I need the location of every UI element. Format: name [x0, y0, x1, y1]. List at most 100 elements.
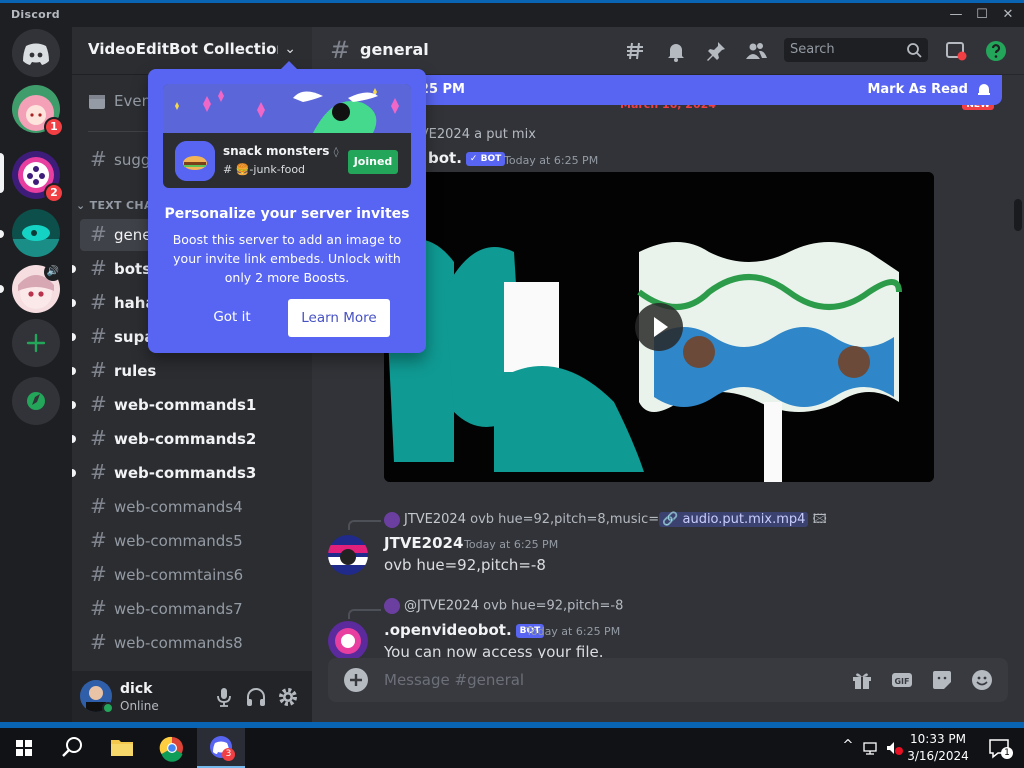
play-button[interactable]	[635, 303, 683, 351]
channel-item[interactable]: # web-commands5	[80, 525, 304, 557]
reply-preview[interactable]: @JTVE2024 ovb hue=92,pitch=-8	[384, 598, 623, 614]
user-panel: dick Online	[72, 671, 312, 722]
active-server-pill	[0, 153, 4, 193]
message-author[interactable]: bot. ✓ BOT	[428, 149, 506, 167]
notification-count: 1	[1001, 747, 1013, 759]
chrome-button[interactable]	[148, 728, 196, 768]
got-it-button[interactable]: Got it	[198, 309, 266, 329]
channel-item[interactable]: # web-commands2	[72, 423, 304, 455]
channel-item[interactable]: # web-commands8	[80, 627, 304, 659]
clock-date: 3/16/2024	[907, 749, 969, 763]
reply-connector	[348, 520, 381, 530]
avatar[interactable]	[328, 621, 368, 661]
attachment-link-label: audio.put.mix.mp4	[682, 512, 806, 527]
close-button[interactable]: ✕	[994, 6, 1022, 24]
notification-bell-icon[interactable]	[664, 39, 688, 63]
unread-indicator	[72, 469, 76, 477]
server-anime-girl[interactable]: 🔊	[12, 263, 62, 313]
taskbar-search-button[interactable]	[48, 728, 96, 768]
help-icon[interactable]	[984, 39, 1008, 63]
invite-server-name-row: snack monsters ◊	[223, 144, 339, 158]
channel-name: rules	[114, 362, 157, 380]
notification-icon	[989, 739, 1009, 759]
minimize-button[interactable]: —	[942, 6, 970, 24]
invite-server-name: snack monsters	[223, 144, 330, 158]
hash-icon: #	[90, 460, 107, 484]
message-author[interactable]: .openvideobot. BOT	[384, 621, 545, 639]
joined-button[interactable]: Joined	[348, 150, 398, 174]
volume-muted-icon[interactable]	[884, 738, 904, 758]
reply-text: ovb hue=92,pitch=8,music=	[470, 512, 660, 527]
hash-icon: #	[90, 290, 107, 314]
category-header[interactable]: ⌄ TEXT CHA	[76, 199, 153, 212]
threads-icon[interactable]	[623, 39, 647, 63]
settings-gear-icon[interactable]	[276, 685, 300, 709]
search-icon	[62, 737, 82, 757]
hash-icon: #	[90, 222, 107, 246]
hash-icon: #	[90, 147, 107, 171]
plus-icon	[26, 333, 46, 353]
gift-icon[interactable]	[850, 668, 874, 692]
upload-plus-button[interactable]	[344, 668, 368, 692]
action-center-button[interactable]: 1	[976, 728, 1024, 768]
mention-badge: 2	[44, 183, 64, 203]
hash-icon: #	[90, 630, 107, 654]
inbox-icon[interactable]	[944, 39, 968, 63]
boost-invite-popup: snack monsters ◊ # 🍔-junk-food Joined Pe…	[148, 61, 426, 353]
author-name: bot.	[428, 149, 462, 167]
sticker-icon[interactable]	[930, 668, 954, 692]
hash-icon: #	[90, 256, 107, 280]
gif-icon[interactable]: GIF	[890, 668, 914, 692]
network-icon[interactable]	[861, 738, 881, 758]
start-button[interactable]	[0, 728, 48, 768]
chat-scrollbar[interactable]	[1014, 199, 1022, 231]
add-server-button[interactable]	[12, 319, 60, 367]
guild-header[interactable]: VideoEditBot Collection ... ⌄	[72, 27, 312, 75]
hash-icon: #	[90, 494, 107, 518]
channel-name: web-commands8	[114, 634, 243, 652]
microphone-icon[interactable]	[212, 685, 236, 709]
channel-item[interactable]: # web-commtains6	[80, 559, 304, 591]
video-attachment[interactable]	[384, 172, 934, 482]
explore-servers-button[interactable]	[12, 377, 60, 425]
channel-item[interactable]: # web-commands1	[72, 389, 304, 421]
maximize-button[interactable]: ☐	[968, 6, 996, 24]
message-author[interactable]: JTVE2024	[384, 534, 463, 552]
mark-as-read-button[interactable]: Mark As Read	[867, 82, 968, 97]
discord-taskbar-button[interactable]: 3	[197, 728, 245, 768]
channel-item[interactable]: # web-commands7	[80, 593, 304, 625]
clock-time: 10:33 PM	[910, 732, 966, 746]
emoji-icon[interactable]	[970, 668, 994, 692]
boost-gem-icon: ◊	[333, 147, 339, 158]
hash-icon: #	[90, 426, 107, 450]
home-button[interactable]	[12, 29, 60, 77]
reply-connector	[348, 609, 381, 619]
reply-preview[interactable]: JTVE2024 a put mix	[408, 127, 536, 142]
hash-icon: #	[90, 562, 107, 586]
file-explorer-button[interactable]	[98, 728, 146, 768]
headphones-icon[interactable]	[244, 685, 268, 709]
learn-more-button[interactable]: Learn More	[288, 299, 390, 337]
channel-item[interactable]: # web-commands3	[72, 457, 304, 489]
channel-title: general	[360, 40, 429, 59]
windows-logo-icon	[16, 740, 32, 756]
channel-item[interactable]: # web-commands4	[80, 491, 304, 523]
unread-indicator	[72, 367, 76, 375]
pin-icon[interactable]	[704, 39, 728, 63]
member-list-icon[interactable]	[744, 39, 768, 63]
attachment-link[interactable]: 🔗 audio.put.mix.mp4	[659, 512, 809, 527]
mention-badge: 1	[44, 117, 64, 137]
avatar[interactable]	[328, 535, 368, 575]
channel-name: web-commands5	[114, 532, 243, 550]
folder-icon	[111, 740, 133, 756]
message-input[interactable]	[384, 658, 824, 702]
show-hidden-icons-button[interactable]: ^	[838, 738, 858, 758]
server-teal-dots[interactable]	[12, 209, 60, 257]
system-clock[interactable]: 10:33 PM 3/16/2024	[906, 731, 970, 765]
reply-preview[interactable]: JTVE2024 ovb hue=92,pitch=8,music= 🔗 audi…	[384, 510, 827, 532]
search-input[interactable]: Search	[784, 38, 928, 62]
server-video-edit-bot[interactable]: 2	[12, 151, 64, 203]
server-anime-avatar[interactable]: 1	[12, 85, 64, 137]
channel-item[interactable]: # rules	[72, 355, 304, 387]
unread-indicator	[72, 401, 76, 409]
